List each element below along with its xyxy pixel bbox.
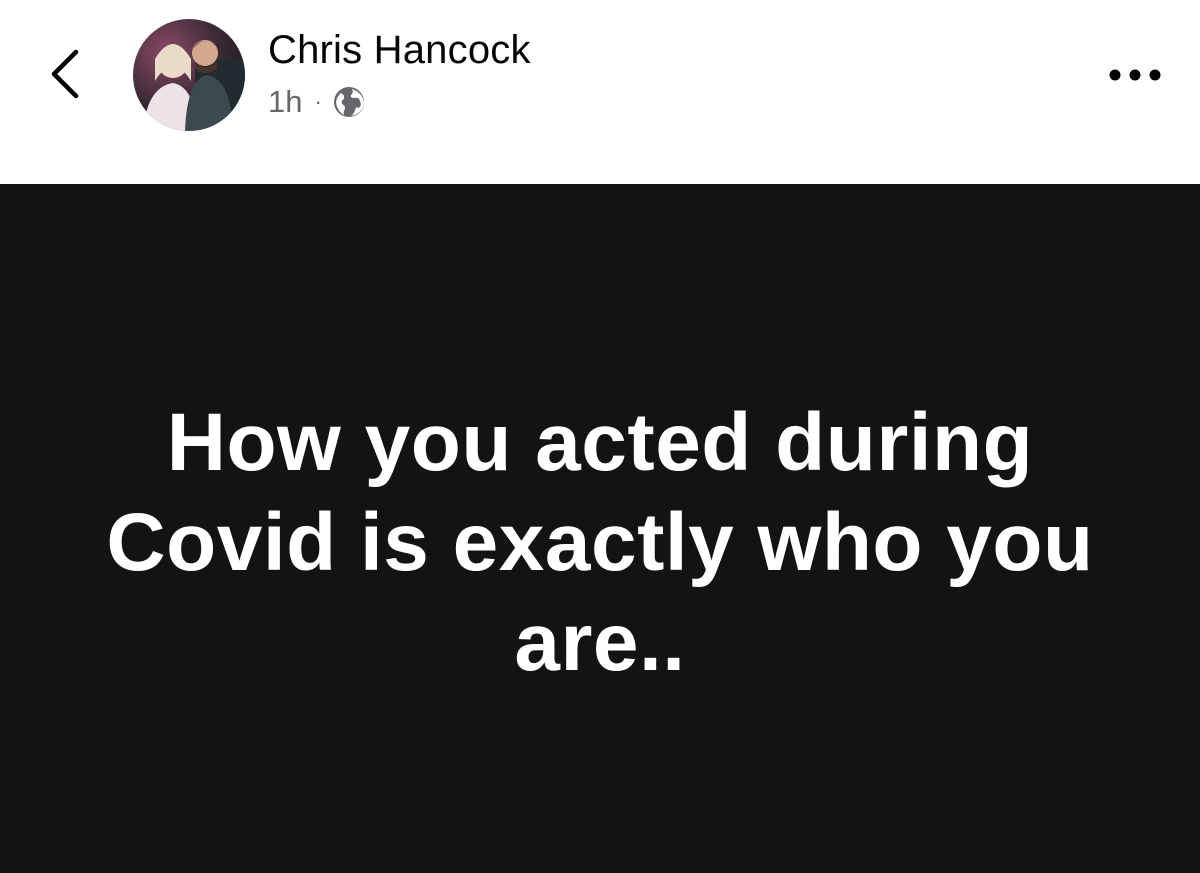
author-name[interactable]: Chris Hancock (268, 28, 531, 73)
chevron-left-icon (51, 49, 79, 99)
post-timestamp[interactable]: 1h (268, 84, 302, 120)
author-avatar[interactable] (133, 19, 245, 131)
meta-separator: · (314, 89, 322, 114)
back-button[interactable] (40, 44, 90, 104)
more-options-button[interactable] (1100, 58, 1170, 92)
post-meta: 1h · (268, 84, 366, 120)
post-header: Chris Hancock 1h · (0, 0, 1200, 184)
post-content-card[interactable]: How you acted during Covid is exactly wh… (0, 184, 1200, 873)
globe-icon[interactable] (332, 85, 366, 119)
more-horizontal-icon (1109, 69, 1161, 81)
post-text: How you acted during Covid is exactly wh… (106, 396, 1094, 688)
avatar-photo (133, 19, 245, 131)
